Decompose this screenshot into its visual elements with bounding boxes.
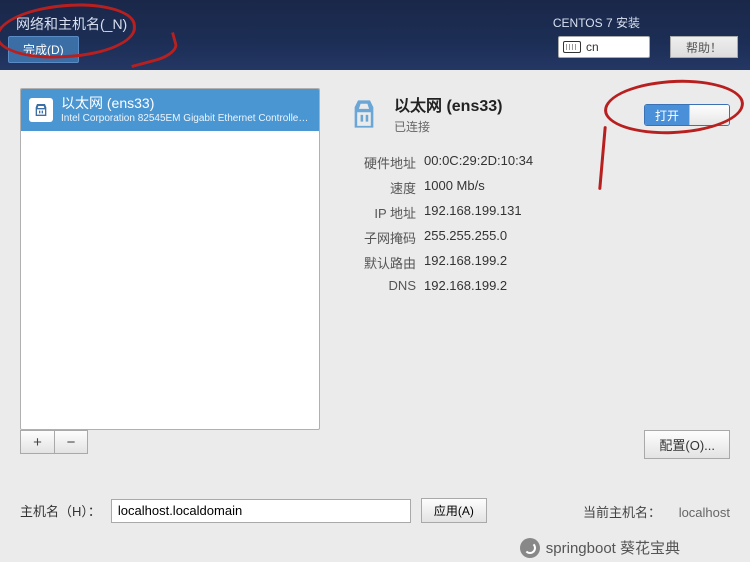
wechat-icon (520, 538, 540, 558)
toggle-handle (689, 105, 729, 125)
keyboard-indicator[interactable]: cn (558, 36, 650, 58)
keyboard-layout-label: cn (586, 40, 599, 54)
done-button[interactable]: 完成(D) (8, 36, 79, 63)
gateway-label: 默认路由 (344, 253, 416, 272)
dns-value: 192.168.199.2 (424, 278, 507, 293)
installer-title: CENTOS 7 安装 (553, 14, 640, 31)
current-hostname-label: 当前主机名： (583, 505, 661, 520)
keyboard-icon (563, 41, 581, 53)
ethernet-plug-icon (344, 94, 384, 134)
toggle-on-label: 打开 (645, 105, 689, 125)
watermark-text: springboot 葵花宝典 (546, 537, 680, 558)
speed-label: 速度 (344, 178, 416, 197)
hwaddr-value: 00:0C:29:2D:10:34 (424, 153, 533, 172)
speed-value: 1000 Mb/s (424, 178, 485, 197)
ip-label: IP 地址 (344, 203, 416, 222)
add-interface-button[interactable]: + (20, 430, 54, 454)
dns-label: DNS (344, 278, 416, 293)
help-button[interactable]: 帮助！ (670, 36, 738, 58)
ip-value: 192.168.199.131 (424, 203, 522, 222)
interface-name: 以太网 (ens33) (61, 95, 311, 113)
watermark: springboot 葵花宝典 (520, 537, 680, 558)
mask-label: 子网掩码 (344, 228, 416, 247)
connection-toggle[interactable]: 打开 (644, 104, 730, 126)
remove-interface-button[interactable]: − (54, 430, 88, 454)
hostname-label: 主机名（H）： (20, 501, 101, 520)
configure-button[interactable]: 配置(O)... (644, 430, 730, 459)
page-title: 网络和主机名(_N) (16, 14, 127, 34)
apply-hostname-button[interactable]: 应用(A) (421, 498, 487, 523)
interface-list[interactable]: 以太网 (ens33) Intel Corporation 82545EM Gi… (20, 88, 320, 430)
detail-status: 已连接 (394, 118, 502, 135)
current-hostname: 当前主机名： localhost (583, 502, 730, 521)
detail-interface-name: 以太网 (ens33) (394, 92, 502, 116)
current-hostname-value: localhost (679, 505, 730, 520)
ethernet-plug-icon (29, 98, 53, 122)
detail-header: 以太网 (ens33) 已连接 (344, 92, 624, 135)
hostname-input[interactable] (111, 499, 411, 523)
hwaddr-label: 硬件地址 (344, 153, 416, 172)
mask-value: 255.255.255.0 (424, 228, 507, 247)
interface-item-ens33[interactable]: 以太网 (ens33) Intel Corporation 82545EM Gi… (21, 89, 319, 131)
interface-vendor: Intel Corporation 82545EM Gigabit Ethern… (61, 113, 311, 126)
gateway-value: 192.168.199.2 (424, 253, 507, 272)
